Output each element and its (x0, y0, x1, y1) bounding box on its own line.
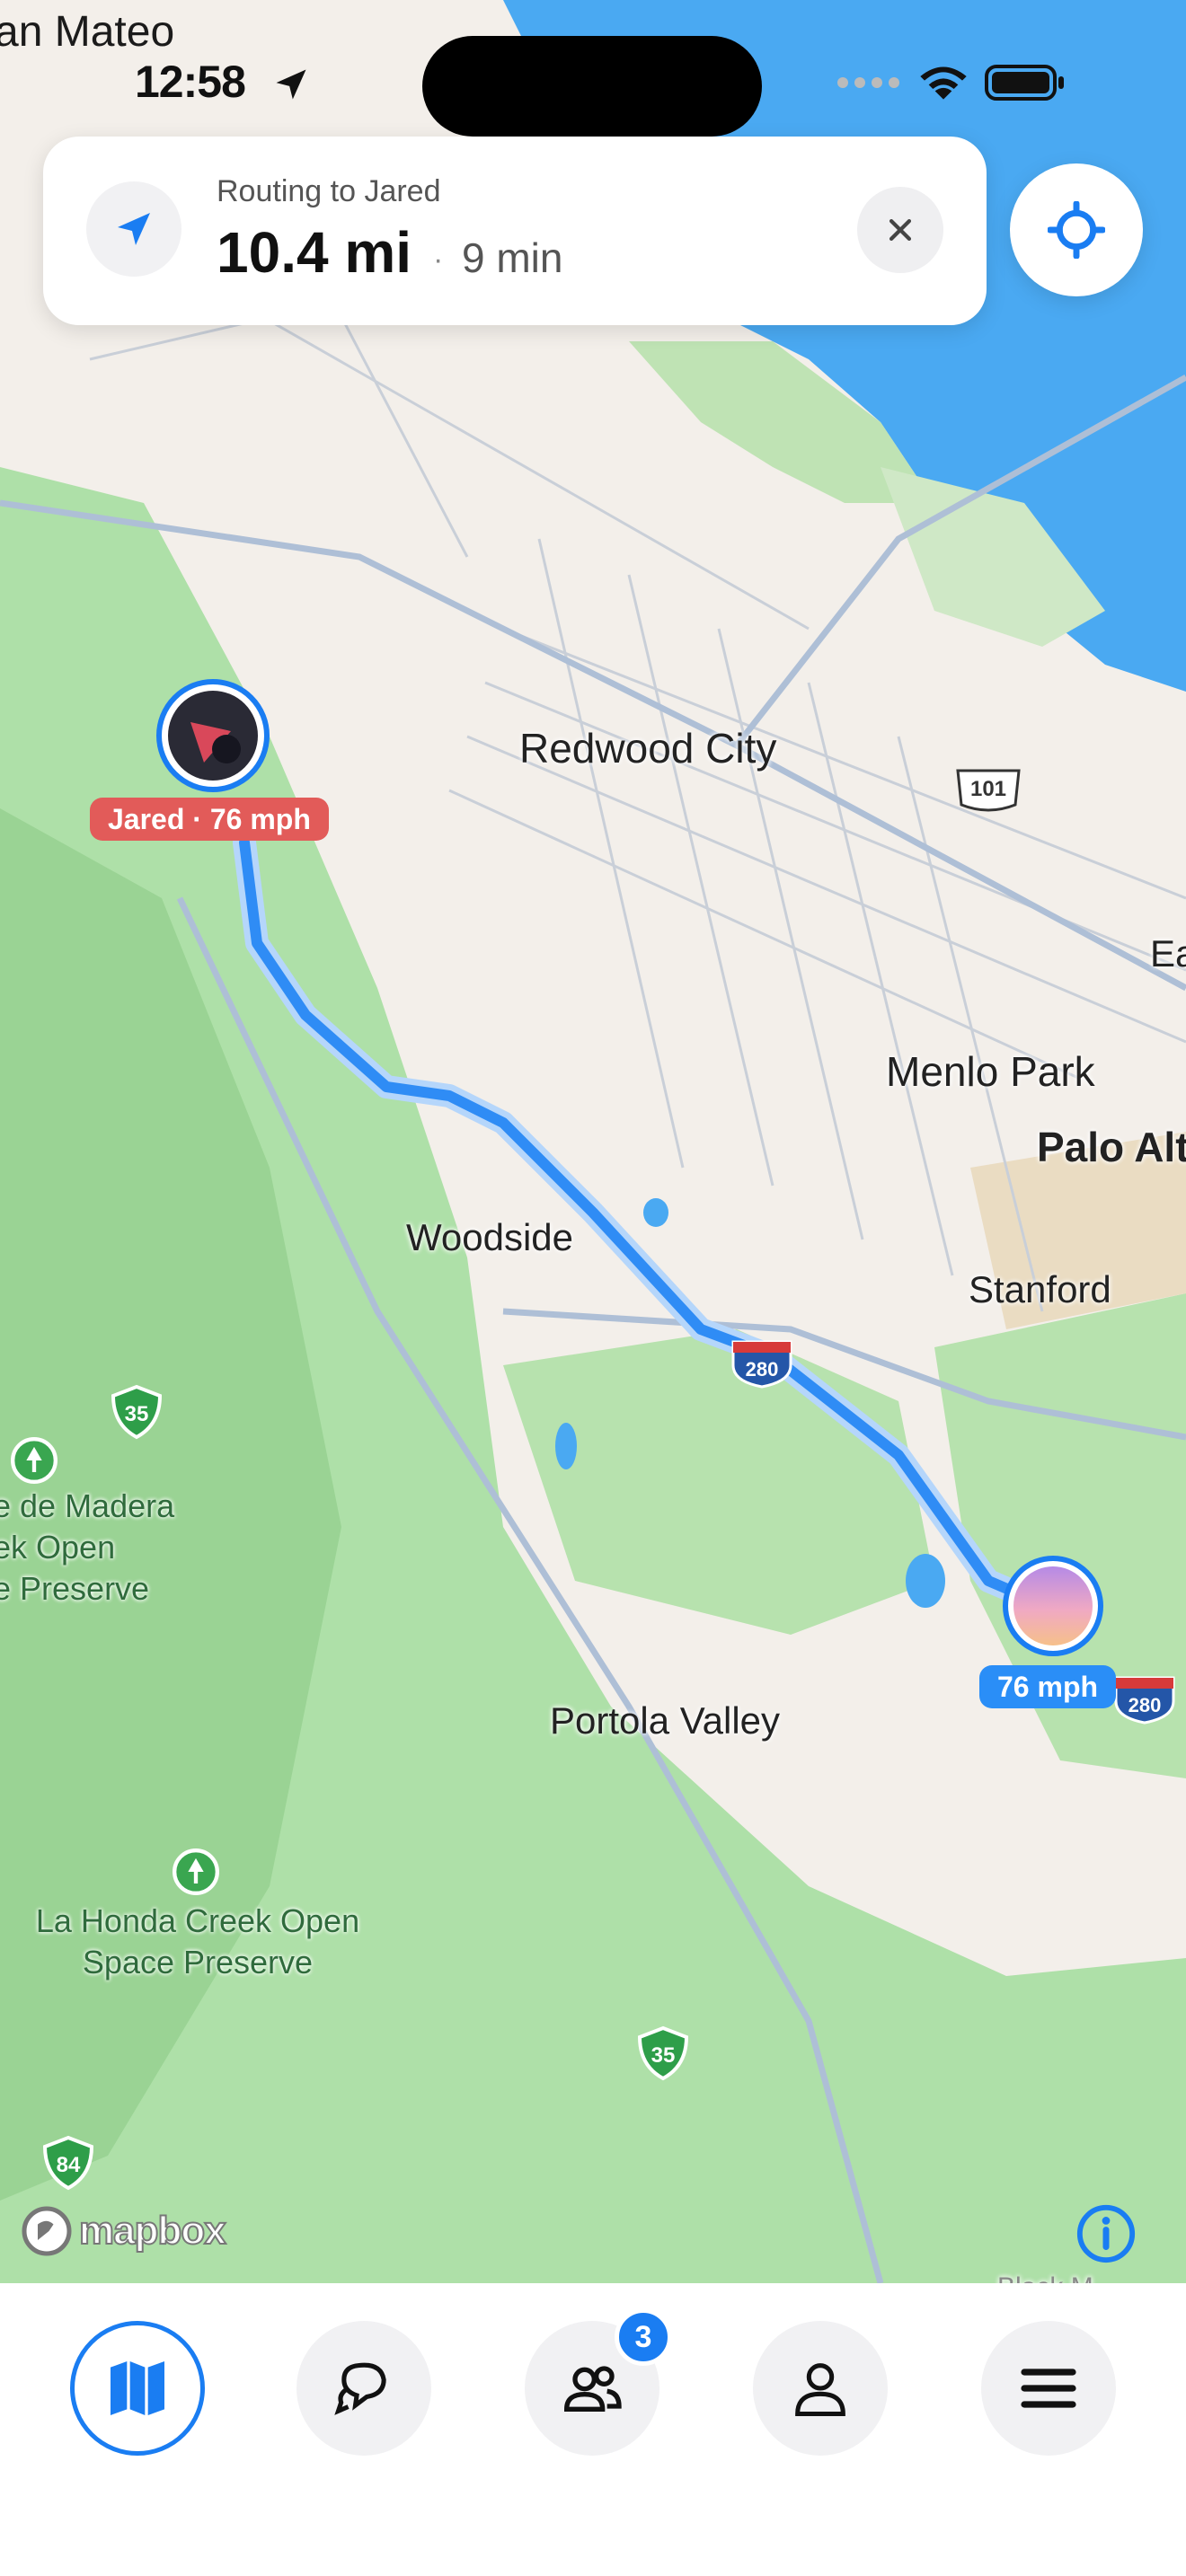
shield-number: 35 (651, 2043, 676, 2068)
shield-number: 101 (970, 777, 1006, 801)
highway-101-shield: 101 (956, 769, 1021, 812)
routing-label: Routing to Jared (217, 174, 441, 208)
park-label-madera: e de Madera ek Open e Preserve (0, 1486, 174, 1610)
route-duration: 9 min (462, 234, 563, 281)
place-label: Woodside (406, 1216, 574, 1258)
route-separator: · (433, 243, 444, 277)
park-label-la-honda: La Honda Creek Open Space Preserve (0, 1901, 395, 1983)
park-label-line: La Honda Creek Open (35, 1902, 360, 1939)
status-time: 12:58 (135, 57, 246, 107)
highway-84-shield: 84 (42, 2135, 94, 2191)
wifi-icon (920, 66, 967, 100)
interstate-280-shield: 280 (731, 1340, 792, 1389)
shield-number: 280 (746, 1358, 779, 1381)
route-distance: 10.4 mi (217, 220, 412, 285)
chat-bubbles-icon (334, 2362, 386, 2415)
friends-notification-badge: 3 (615, 2308, 672, 2366)
park-label-line: Space Preserve (82, 1944, 314, 1981)
crosshair-icon (1048, 201, 1105, 259)
info-icon[interactable] (1075, 2202, 1137, 2265)
person-icon (795, 2363, 845, 2417)
jared-speed-pill[interactable]: Jared · 76 mph (90, 798, 329, 841)
park-label-line: e Preserve (0, 1570, 150, 1607)
highway-35-shield: 35 (637, 2025, 689, 2081)
hamburger-menu-icon (1021, 2369, 1076, 2408)
place-label: Portola Valley (550, 1699, 781, 1742)
park-label-line: e de Madera (0, 1487, 175, 1524)
navigation-button[interactable] (86, 181, 181, 277)
routing-card[interactable]: Routing to Jared 10.4 mi · 9 min (43, 137, 987, 325)
tab-menu[interactable] (981, 2321, 1116, 2456)
mapbox-wordmark: mapbox (78, 2208, 227, 2254)
place-label: Redwood City (519, 725, 777, 772)
interstate-280-shield: 280 (1114, 1676, 1175, 1725)
place-label: Palo Alt (1037, 1124, 1186, 1170)
park-icon (11, 1437, 58, 1484)
mapbox-logo-icon (22, 2206, 72, 2256)
navigation-arrow-icon (118, 213, 150, 245)
tab-chats[interactable] (296, 2321, 431, 2456)
map-view[interactable]: an Mateo 12:58 Routing to Jared 10.4 mi (0, 0, 1186, 2283)
map-icon (111, 2361, 164, 2415)
place-label: Black M (997, 2272, 1093, 2283)
shield-number: 280 (1128, 1694, 1162, 1716)
my-avatar-marker[interactable] (1001, 1554, 1105, 1658)
close-route-button[interactable] (857, 187, 943, 273)
highway-35-shield: 35 (111, 1384, 163, 1440)
friends-icon (563, 2366, 622, 2412)
park-label-line: ek Open (0, 1529, 116, 1566)
mapbox-attribution[interactable]: mapbox (20, 2204, 227, 2258)
battery-icon (985, 65, 1064, 101)
jared-avatar-marker[interactable] (155, 677, 271, 794)
tab-profile[interactable] (753, 2321, 888, 2456)
recenter-button[interactable] (1010, 163, 1143, 296)
shield-number: 35 (125, 1402, 149, 1426)
place-label: Stanford (969, 1268, 1111, 1310)
cellular-signal-icon (837, 77, 899, 88)
partial-city-label: an Mateo (0, 8, 175, 56)
tab-bar (0, 2283, 1186, 2576)
status-icons (836, 63, 1066, 102)
place-label: Menlo Park (886, 1048, 1095, 1095)
dynamic-island (422, 36, 762, 137)
location-arrow-icon (276, 69, 306, 100)
close-icon (889, 218, 912, 242)
park-icon (173, 1848, 219, 1895)
place-label: Ea (1150, 932, 1186, 975)
shield-number: 84 (57, 2153, 81, 2177)
my-speed-pill[interactable]: 76 mph (979, 1665, 1117, 1708)
tab-map[interactable] (70, 2321, 205, 2456)
